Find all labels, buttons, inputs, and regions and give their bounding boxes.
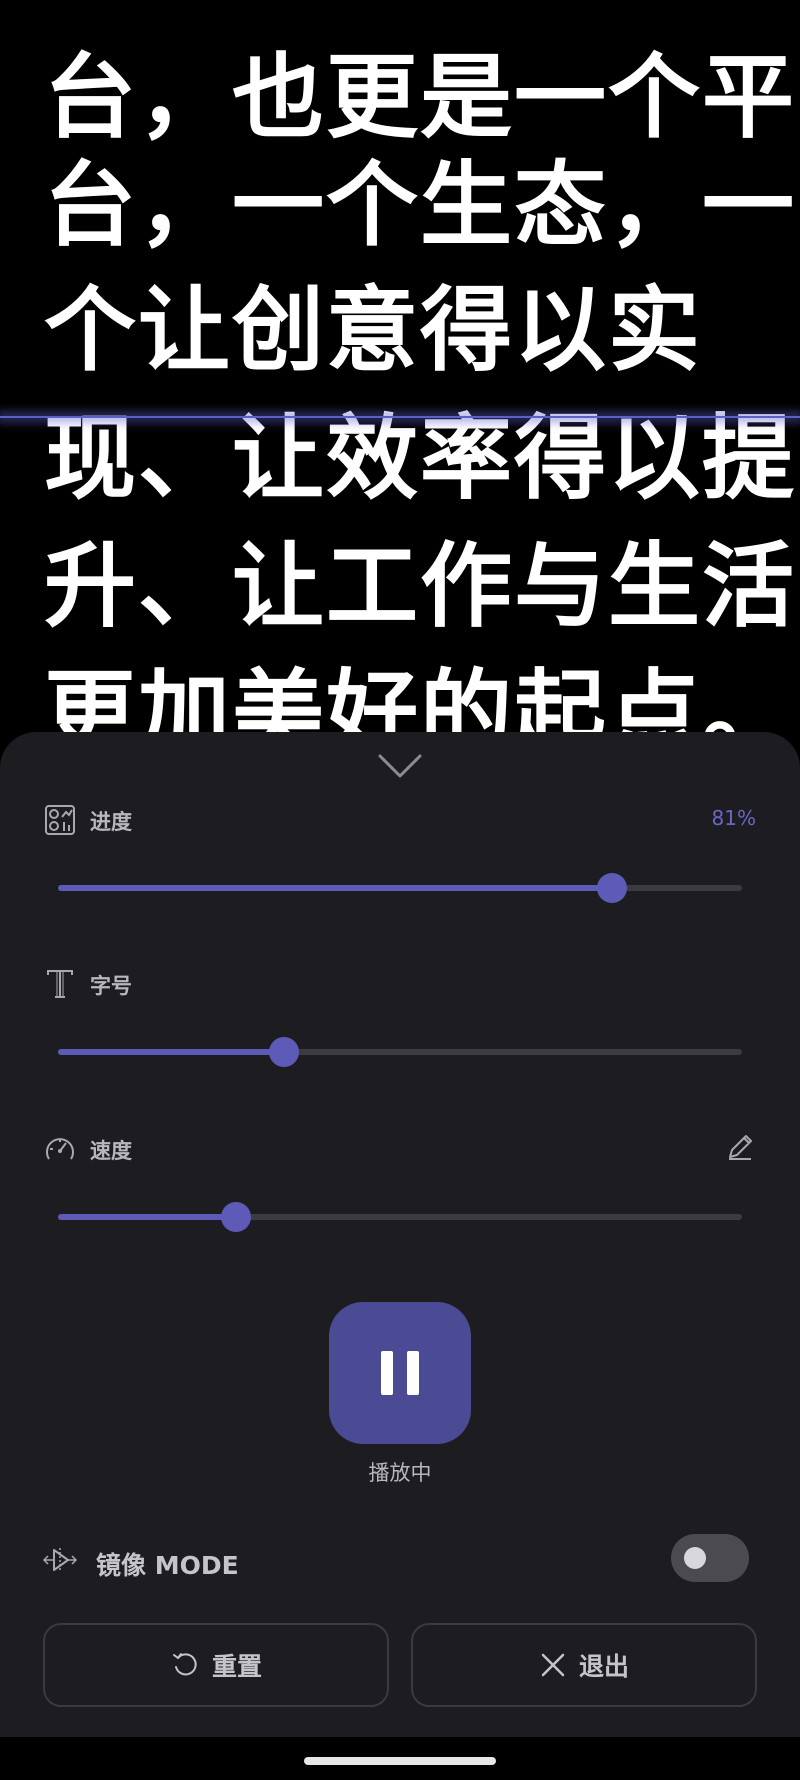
mirror-mode-label: 镜像 MODE	[96, 1551, 239, 1580]
exit-button[interactable]: 退出	[411, 1623, 757, 1707]
pause-icon	[374, 1351, 426, 1395]
progress-slider-handle[interactable]	[597, 873, 628, 903]
chevron-down-icon[interactable]	[376, 752, 424, 780]
script-line: 台，一个生态，一	[44, 152, 797, 259]
font-size-slider-fill	[58, 1049, 284, 1055]
reading-focus-line	[0, 416, 800, 418]
pause-button[interactable]	[329, 1302, 471, 1444]
reset-icon	[172, 1653, 197, 1676]
mirror-flip-icon	[42, 1548, 78, 1572]
font-size-slider[interactable]	[58, 1037, 742, 1067]
progress-slider-fill	[58, 885, 613, 891]
teleprompter-view: 台，也更是一个平 台，一个生态，一 个让创意得以实 现、让效率得以提 升、让工作…	[0, 0, 800, 760]
script-line: 台，也更是一个平	[44, 44, 797, 151]
exit-label: 退出	[578, 1652, 629, 1681]
script-line: 个让创意得以实	[44, 277, 703, 384]
script-line: 升、让工作与生活	[44, 533, 797, 640]
toggle-knob	[684, 1547, 706, 1569]
font-size-slider-handle[interactable]	[268, 1037, 299, 1067]
mirror-mode-toggle[interactable]	[671, 1534, 749, 1582]
script-line: 现、让效率得以提	[44, 405, 797, 512]
progress-label: 进度	[90, 810, 132, 834]
font-size-label: 字号	[90, 974, 132, 998]
progress-dashboard-icon	[45, 805, 75, 835]
text-size-icon	[47, 970, 73, 998]
speed-label: 速度	[90, 1139, 132, 1163]
playback-status: 播放中	[368, 1461, 432, 1485]
speedometer-icon	[46, 1138, 74, 1160]
speed-slider-fill	[58, 1214, 236, 1220]
speed-slider[interactable]	[58, 1202, 742, 1232]
speed-slider-handle[interactable]	[220, 1202, 251, 1232]
reset-label: 重置	[211, 1652, 262, 1681]
close-icon	[541, 1653, 565, 1677]
home-indicator[interactable]	[304, 1757, 496, 1765]
control-panel	[0, 732, 800, 1737]
progress-slider[interactable]	[58, 873, 742, 903]
pencil-icon[interactable]	[724, 1131, 756, 1163]
progress-percent: 81%	[711, 806, 756, 830]
reset-button[interactable]: 重置	[43, 1623, 389, 1707]
